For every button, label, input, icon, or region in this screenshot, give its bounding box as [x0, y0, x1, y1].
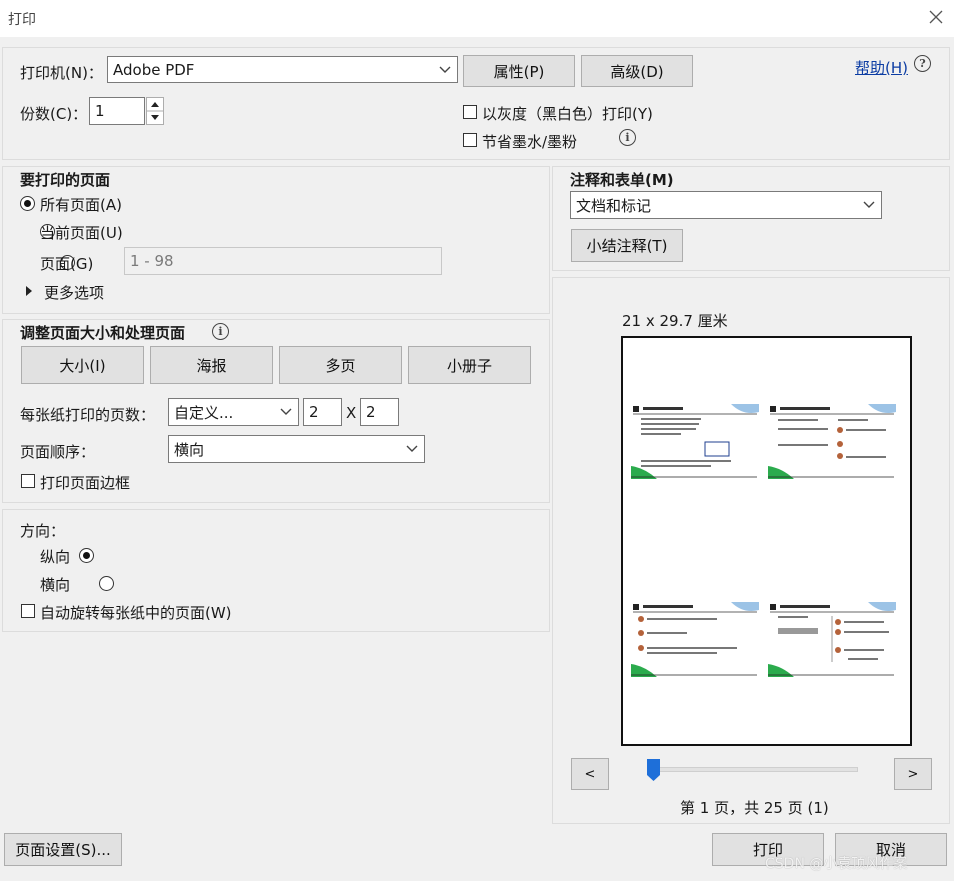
- page-slider-track[interactable]: [648, 767, 858, 772]
- more-options-label[interactable]: 更多选项: [44, 282, 104, 303]
- page-order-select[interactable]: 横向: [168, 435, 425, 463]
- portrait-label: 纵向: [40, 548, 71, 566]
- page-thumbnail: [768, 602, 896, 677]
- columns-input[interactable]: 2: [303, 398, 342, 426]
- booklet-button[interactable]: 小册子: [408, 346, 531, 384]
- page-range-input[interactable]: 1 - 98: [124, 247, 442, 275]
- chevron-down-icon: [406, 445, 418, 452]
- current-page-label: 当前页面(U): [40, 224, 123, 242]
- chevron-down-icon: [863, 201, 875, 208]
- print-border-label: 打印页面边框: [40, 474, 131, 492]
- pages-heading: 要打印的页面: [20, 171, 111, 189]
- page-range-placeholder: 1 - 98: [130, 252, 174, 270]
- preview-page: [621, 336, 912, 746]
- printer-label: 打印机(N)：: [20, 64, 103, 82]
- page-info: 第 1 页，共 25 页 (1): [680, 799, 829, 817]
- comments-select[interactable]: 文档和标记: [570, 191, 882, 219]
- landscape-label: 横向: [40, 576, 71, 594]
- help-icon[interactable]: ?: [914, 55, 931, 72]
- prev-page-button[interactable]: <: [571, 758, 609, 790]
- page-setup-button[interactable]: 页面设置(S)...: [4, 833, 122, 866]
- watermark: CSDN @小袁顶风作案: [765, 856, 908, 872]
- printer-select-value: Adobe PDF: [113, 60, 195, 79]
- print-border-checkbox[interactable]: [21, 474, 35, 488]
- copies-value: 1: [95, 102, 105, 120]
- advanced-button[interactable]: 高级(D): [581, 55, 693, 87]
- help-link[interactable]: 帮助(H): [855, 57, 908, 78]
- columns-value: 2: [309, 403, 319, 421]
- next-page-button[interactable]: >: [894, 758, 932, 790]
- all-pages-label: 所有页面(A): [40, 196, 122, 214]
- page-slider-thumb[interactable]: [646, 758, 661, 782]
- auto-rotate-label: 自动旋转每张纸中的页面(W): [40, 604, 232, 622]
- grayscale-label: 以灰度（黑白色）打印(Y): [482, 105, 653, 123]
- rows-value: 2: [366, 403, 376, 421]
- close-icon[interactable]: [926, 7, 946, 27]
- times-label: X: [346, 404, 357, 422]
- printer-select[interactable]: Adobe PDF: [107, 56, 458, 83]
- comments-heading: 注释和表单(M): [570, 171, 674, 189]
- title-bar: [0, 0, 954, 37]
- page-sizing-heading: 调整页面大小和处理页面: [20, 324, 186, 342]
- page-thumbnail: [631, 404, 759, 479]
- info-icon[interactable]: i: [619, 129, 636, 146]
- page-order-value: 横向: [174, 440, 205, 459]
- copies-input[interactable]: 1: [89, 97, 145, 125]
- save-ink-label: 节省墨水/墨粉: [482, 133, 578, 151]
- chevron-down-icon: [280, 408, 292, 415]
- pages-per-sheet-select[interactable]: 自定义...: [168, 398, 299, 426]
- page-thumbnail: [631, 602, 759, 677]
- window-title: 打印: [8, 12, 36, 28]
- all-pages-radio[interactable]: [20, 196, 35, 211]
- stepper-arrows-icon: [147, 102, 163, 120]
- grayscale-checkbox[interactable]: [463, 105, 477, 119]
- orientation-heading: 方向：: [20, 522, 66, 540]
- page-thumbnail: [768, 404, 896, 479]
- multiple-button[interactable]: 多页: [279, 346, 402, 384]
- save-ink-checkbox[interactable]: [463, 133, 477, 147]
- paper-size-label: 21 x 29.7 厘米: [622, 312, 728, 330]
- poster-button[interactable]: 海报: [150, 346, 273, 384]
- pages-label: 页面(G): [40, 255, 94, 273]
- copies-stepper[interactable]: [146, 97, 164, 125]
- expand-triangle-icon[interactable]: [25, 286, 33, 296]
- summarize-comments-button[interactable]: 小结注释(T): [571, 229, 683, 262]
- copies-label: 份数(C)：: [20, 105, 88, 123]
- rows-input[interactable]: 2: [360, 398, 399, 426]
- info-icon[interactable]: i: [212, 323, 229, 340]
- pages-per-sheet-value: 自定义...: [174, 403, 234, 422]
- properties-button[interactable]: 属性(P): [463, 55, 575, 87]
- chevron-down-icon: [439, 66, 451, 73]
- auto-rotate-checkbox[interactable]: [21, 604, 35, 618]
- page-order-label: 页面顺序：: [20, 443, 96, 461]
- pages-per-sheet-label: 每张纸打印的页数：: [20, 406, 156, 424]
- comments-select-value: 文档和标记: [576, 196, 652, 215]
- size-button[interactable]: 大小(I): [21, 346, 144, 384]
